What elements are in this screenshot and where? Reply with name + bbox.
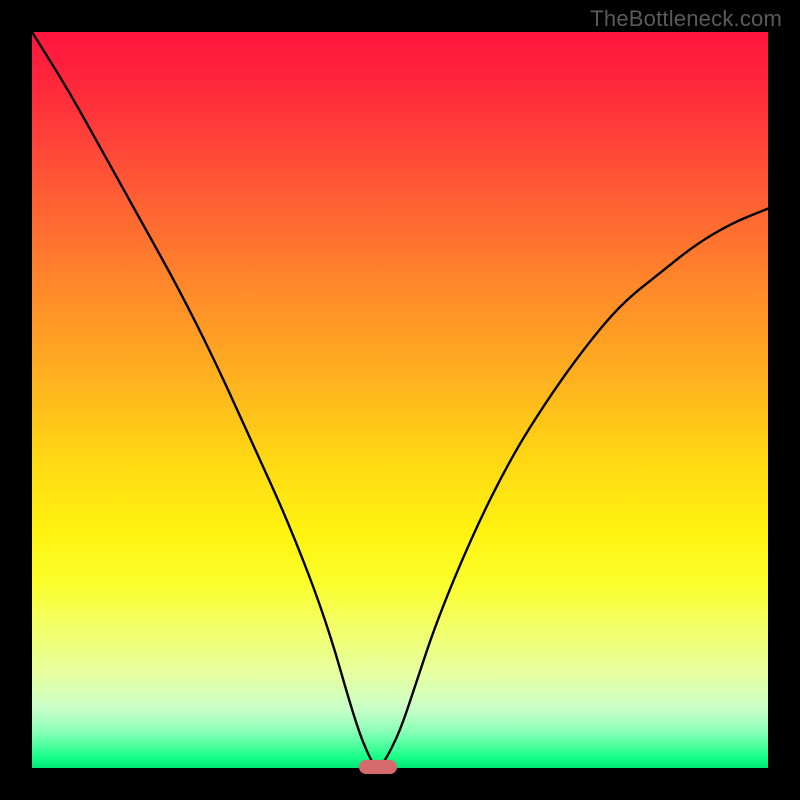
optimal-point-marker xyxy=(359,760,397,774)
bottleneck-curve xyxy=(32,32,768,768)
watermark-text: TheBottleneck.com xyxy=(590,6,782,32)
plot-area xyxy=(32,32,768,768)
